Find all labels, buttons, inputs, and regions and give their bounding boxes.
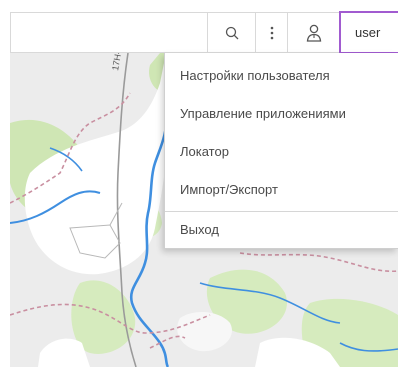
menu-item-label: Настройки пользователя	[180, 67, 330, 83]
menu-item-label: Выход	[180, 221, 219, 237]
search-button[interactable]	[207, 13, 255, 52]
menu-item-label: Управление приложениями	[180, 105, 346, 121]
user-label: user	[355, 25, 381, 40]
user-menu-button[interactable]: user	[339, 11, 398, 54]
search-icon	[225, 26, 239, 40]
more-options-button[interactable]	[255, 13, 287, 52]
menu-item-locator[interactable]: Локатор	[165, 133, 398, 169]
menu-item-app-management[interactable]: Управление приложениями	[165, 95, 398, 131]
menu-item-label: Импорт/Экспорт	[180, 181, 278, 197]
menu-item-user-settings[interactable]: Настройки пользователя	[165, 57, 398, 93]
user-profile-button[interactable]	[287, 13, 339, 52]
road-label: 17Н-30	[110, 53, 125, 71]
settlement-area	[24, 58, 173, 275]
more-vertical-icon	[270, 26, 274, 40]
top-toolbar: user	[10, 11, 398, 54]
app-window: 17Н-30 user Настройки пользователя Управ…	[0, 0, 398, 367]
menu-item-label: Локатор	[180, 143, 229, 159]
user-dropdown-menu: Настройки пользователя Управление прилож…	[164, 53, 398, 249]
menu-item-import-export[interactable]: Импорт/Экспорт	[165, 171, 398, 207]
user-icon	[306, 24, 322, 42]
menu-item-logout[interactable]: Выход	[165, 211, 398, 247]
boundary-line	[239, 252, 398, 273]
